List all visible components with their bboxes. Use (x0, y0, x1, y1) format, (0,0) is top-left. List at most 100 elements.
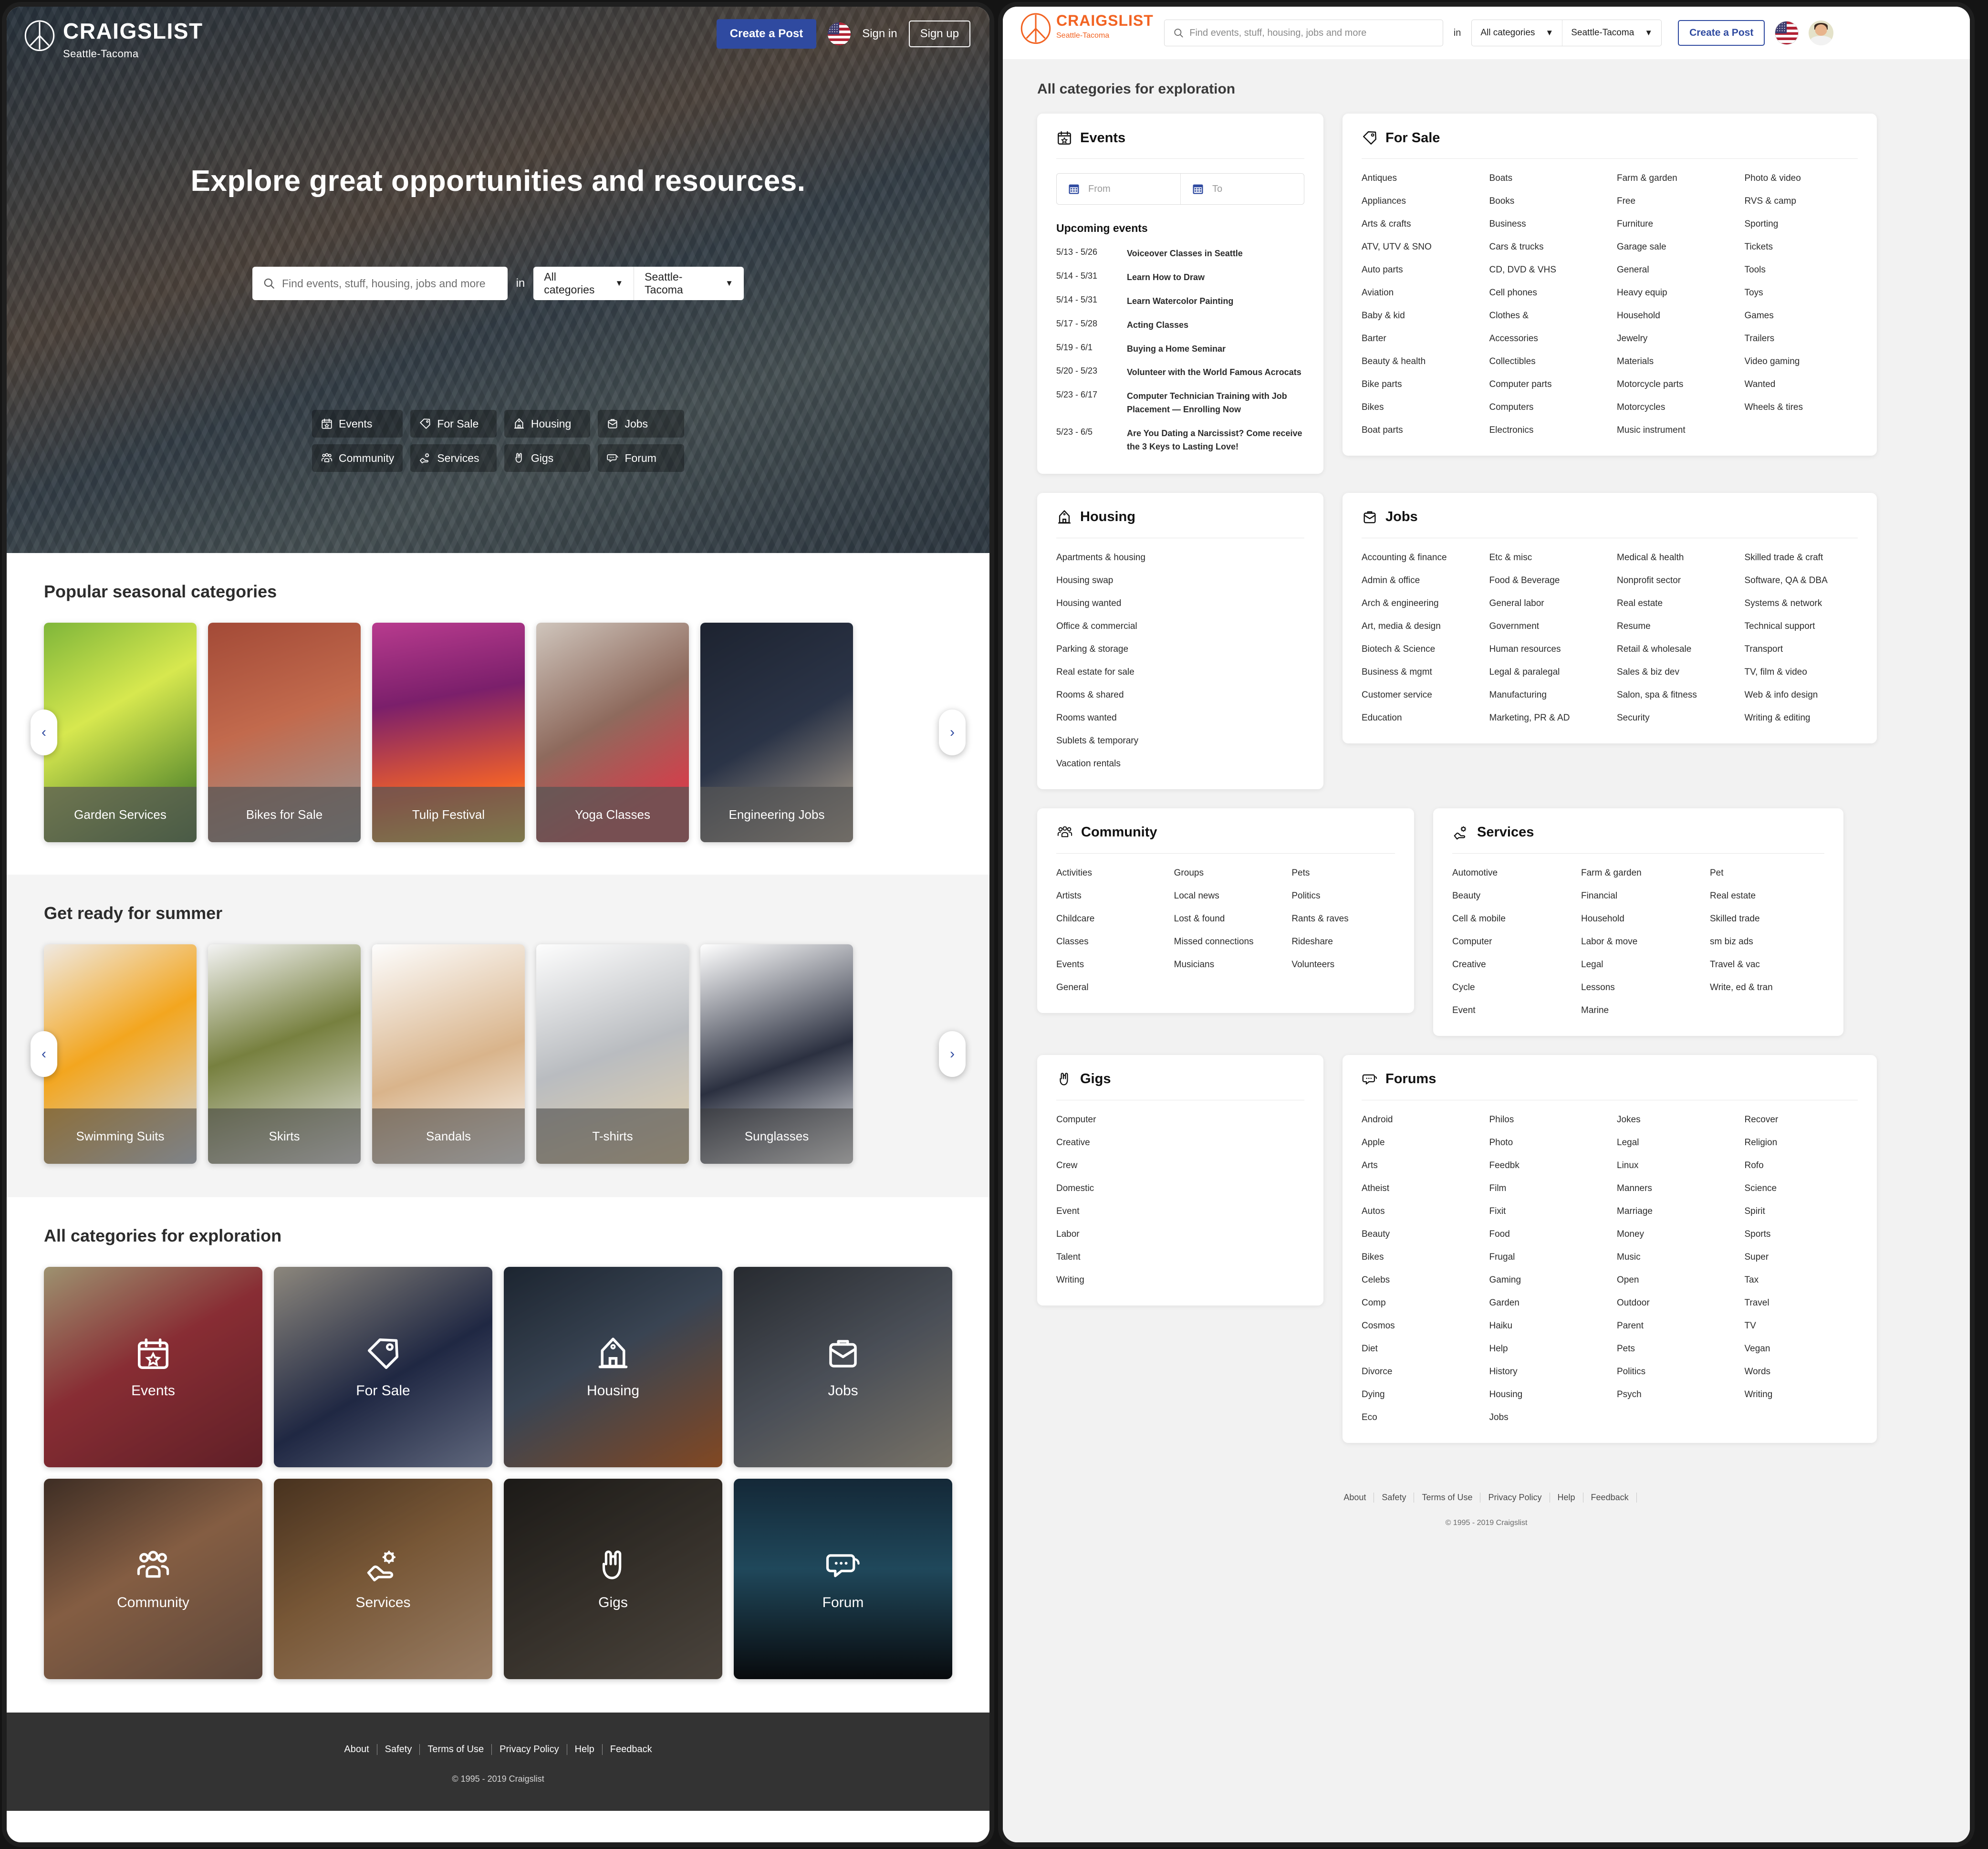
category-link[interactable]: Writing (1745, 1389, 1858, 1400)
hero-chip-community[interactable]: Community (312, 444, 403, 472)
category-link[interactable]: Volunteers (1291, 960, 1395, 970)
category-link[interactable]: Religion (1745, 1138, 1858, 1148)
category-link[interactable]: Human resources (1489, 644, 1603, 655)
category-link[interactable]: Autos (1362, 1206, 1475, 1217)
category-link[interactable]: Money (1617, 1229, 1730, 1240)
category-link[interactable]: Tax (1745, 1275, 1858, 1285)
category-link[interactable]: sm biz ads (1710, 937, 1824, 947)
category-link[interactable]: Spirit (1745, 1206, 1858, 1217)
category-link[interactable]: Open (1617, 1275, 1730, 1285)
category-link[interactable]: Labor & move (1581, 937, 1696, 947)
category-link[interactable]: Writing & editing (1745, 713, 1858, 723)
category-link[interactable]: Office & commercial (1056, 621, 1304, 632)
category-link[interactable]: Musicians (1174, 960, 1278, 970)
category-link[interactable]: Security (1617, 713, 1730, 723)
category-link[interactable]: Event (1452, 1005, 1567, 1016)
category-link[interactable]: Salon, spa & fitness (1617, 690, 1730, 700)
footer-link[interactable]: Privacy Policy (1480, 1492, 1550, 1503)
carousel-card[interactable]: T-shirts (536, 944, 689, 1164)
category-link[interactable]: Furniture (1617, 219, 1730, 230)
category-link[interactable]: Cycle (1452, 982, 1567, 993)
category-link[interactable]: Motorcycles (1617, 402, 1730, 413)
date-to-field[interactable]: To (1180, 174, 1304, 204)
category-link[interactable]: RVS & camp (1745, 196, 1858, 207)
category-link[interactable]: Appliances (1362, 196, 1475, 207)
category-link[interactable]: Music (1617, 1252, 1730, 1263)
search-input[interactable] (282, 277, 497, 290)
footer-link[interactable]: About (336, 1744, 377, 1755)
category-link[interactable]: Pet (1710, 868, 1824, 878)
category-link[interactable]: Computer parts (1489, 379, 1603, 390)
category-link[interactable]: Philos (1489, 1115, 1603, 1125)
category-link[interactable]: History (1489, 1367, 1603, 1377)
category-link[interactable]: Household (1581, 914, 1696, 924)
event-row[interactable]: 5/13 - 5/26 Voiceover Classes in Seattle (1056, 247, 1304, 261)
category-link[interactable]: Legal (1581, 960, 1696, 970)
category-link[interactable]: Parent (1617, 1321, 1730, 1331)
category-link[interactable]: Cell & mobile (1452, 914, 1567, 924)
category-link[interactable]: Film (1489, 1183, 1603, 1194)
hero-chip-gigs[interactable]: Gigs (504, 444, 591, 472)
category-tile-forum[interactable]: Forum (734, 1479, 952, 1679)
category-link[interactable]: Words (1745, 1367, 1858, 1377)
category-link[interactable]: Psych (1617, 1389, 1730, 1400)
category-link[interactable]: Housing (1489, 1389, 1603, 1400)
carousel-card[interactable]: Engineering Jobs (700, 623, 853, 842)
create-post-button[interactable]: Create a Post (716, 19, 817, 49)
category-link[interactable]: Wanted (1745, 379, 1858, 390)
footer-link[interactable]: Feedback (1583, 1492, 1637, 1503)
category-link[interactable]: General (1056, 982, 1160, 993)
category-link[interactable]: Government (1489, 621, 1603, 632)
category-link[interactable]: Real estate (1710, 891, 1824, 901)
category-link[interactable]: Rooms & shared (1056, 690, 1304, 700)
category-link[interactable]: Legal (1617, 1138, 1730, 1148)
category-link[interactable]: Rofo (1745, 1160, 1858, 1171)
carousel-card[interactable]: Garden Services (44, 623, 197, 842)
category-link[interactable]: Clothes & (1489, 311, 1603, 321)
category-link[interactable]: Atheist (1362, 1183, 1475, 1194)
category-tile-gigs[interactable]: Gigs (504, 1479, 722, 1679)
category-link[interactable]: Divorce (1362, 1367, 1475, 1377)
category-link[interactable]: Beauty (1362, 1229, 1475, 1240)
summer-next-button[interactable]: › (939, 1031, 966, 1077)
category-link[interactable]: Accessories (1489, 334, 1603, 344)
footer-link[interactable]: Help (567, 1744, 603, 1755)
us-flag-icon[interactable] (1775, 21, 1799, 44)
category-link[interactable]: Haiku (1489, 1321, 1603, 1331)
category-link[interactable]: Classes (1056, 937, 1160, 947)
category-link[interactable]: Skilled trade (1710, 914, 1824, 924)
category-link[interactable]: Events (1056, 960, 1160, 970)
search-field-wrap[interactable] (252, 267, 508, 300)
category-link[interactable]: Dying (1362, 1389, 1475, 1400)
category-link[interactable]: Marriage (1617, 1206, 1730, 1217)
category-link[interactable]: Frugal (1489, 1252, 1603, 1263)
search-field-wrap[interactable] (1164, 20, 1443, 46)
category-link[interactable]: Cars & trucks (1489, 242, 1603, 252)
category-link[interactable]: Housing swap (1056, 575, 1304, 586)
category-link[interactable]: Real estate for sale (1056, 667, 1304, 678)
category-link[interactable]: Sales & biz dev (1617, 667, 1730, 678)
us-flag-icon[interactable] (828, 22, 851, 45)
category-link[interactable]: Crew (1056, 1160, 1304, 1171)
category-link[interactable]: Technical support (1745, 621, 1858, 632)
category-link[interactable]: Artists (1056, 891, 1160, 901)
category-link[interactable]: Retail & wholesale (1617, 644, 1730, 655)
category-link[interactable]: Travel (1745, 1298, 1858, 1308)
category-link[interactable]: Vegan (1745, 1344, 1858, 1354)
category-tile-jobs[interactable]: Jobs (734, 1267, 952, 1467)
hero-chip-jobs[interactable]: Jobs (598, 410, 684, 438)
category-link[interactable]: Bikes (1362, 1252, 1475, 1263)
right-page-scroll[interactable]: CRAIGSLIST Seattle-Tacoma in All categor… (1003, 7, 1970, 1842)
category-link[interactable]: TV, film & video (1745, 667, 1858, 678)
category-link[interactable]: Pets (1617, 1344, 1730, 1354)
category-select[interactable]: All categories ▼ (1472, 20, 1562, 46)
category-link[interactable]: Skilled trade & craft (1745, 553, 1858, 563)
hero-chip-forum[interactable]: Forum (598, 444, 684, 472)
footer-link[interactable]: Safety (377, 1744, 420, 1755)
footer-link[interactable]: Terms of Use (420, 1744, 492, 1755)
category-link[interactable]: Barter (1362, 334, 1475, 344)
category-link[interactable]: Food & Beverage (1489, 575, 1603, 586)
category-link[interactable]: Aviation (1362, 288, 1475, 298)
footer-link[interactable]: Help (1550, 1492, 1583, 1503)
category-link[interactable]: Fixit (1489, 1206, 1603, 1217)
